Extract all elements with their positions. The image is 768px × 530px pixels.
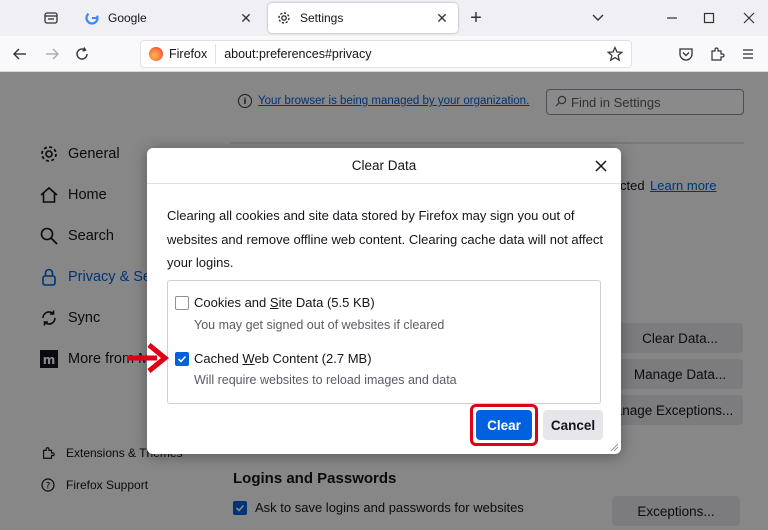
clear-button[interactable]: Clear [476,410,532,440]
tab-google[interactable]: Google ✕ [76,3,262,33]
extensions-button[interactable] [705,42,729,66]
checkbox-checked-icon[interactable] [175,351,189,366]
hamburger-menu-icon [743,49,753,59]
cookies-description: You may get signed out of websites if cl… [194,318,445,332]
close-window-button[interactable] [737,6,761,30]
arrow-left-icon [13,48,26,60]
tab-title: Settings [300,11,344,25]
pocket-button[interactable] [674,42,698,66]
url-bar[interactable]: Firefox about:preferences#privacy [140,40,632,68]
back-button[interactable] [8,42,32,66]
identity-label: Firefox [169,47,208,61]
clear-options-group: Cookies and Site Data (5.5 KB) You may g… [167,280,601,404]
red-arrow-annotation-icon [127,343,169,373]
new-tab-button[interactable]: + [465,7,487,29]
firefox-view-icon [44,12,58,24]
minimize-button[interactable] [660,6,684,30]
close-tab-icon[interactable]: ✕ [434,10,450,26]
checkbox-label: Cookies and Site Data (5.5 KB) [194,295,375,310]
forward-button[interactable] [40,42,64,66]
cookies-site-data-checkbox[interactable]: Cookies and Site Data (5.5 KB) [175,295,375,310]
maximize-icon [703,12,715,24]
close-icon [595,160,607,172]
clear-data-dialog: Clear Data Clearing all cookies and site… [147,148,621,454]
firefox-view-button[interactable] [38,6,64,30]
pocket-icon [679,48,693,61]
dialog-description: Clearing all cookies and site data store… [167,208,603,270]
chevron-down-icon [592,14,604,21]
url-text[interactable]: about:preferences#privacy [216,47,605,61]
minimize-icon [667,17,677,19]
cancel-button[interactable]: Cancel [543,410,603,440]
checkbox-unchecked-icon[interactable] [175,295,189,310]
resize-grip-icon[interactable] [609,442,619,452]
maximize-button[interactable] [697,6,721,30]
bookmark-star-button[interactable] [605,44,625,64]
puzzle-icon [711,47,725,61]
firefox-logo-icon [149,47,163,61]
navigation-toolbar: Firefox about:preferences#privacy [0,36,768,72]
reload-icon [76,47,88,60]
checkbox-label: Cached Web Content (2.7 MB) [194,351,372,366]
identity-box[interactable]: Firefox [141,44,217,64]
reload-button[interactable] [70,42,94,66]
star-icon [607,46,623,62]
close-tab-icon[interactable]: ✕ [238,10,254,26]
dialog-close-button[interactable] [591,156,611,176]
cached-web-content-checkbox[interactable]: Cached Web Content (2.7 MB) [175,351,372,366]
app-menu-button[interactable] [736,42,760,66]
tab-strip: Google ✕ Settings ✕ + [0,0,768,36]
tab-title: Google [108,11,147,25]
google-icon [84,10,100,26]
list-all-tabs-button[interactable] [588,8,608,28]
cache-description: Will require websites to reload images a… [194,373,457,387]
tab-settings[interactable]: Settings ✕ [268,3,458,33]
dialog-title: Clear Data [147,148,621,184]
arrow-right-icon [46,48,59,60]
gear-icon [276,10,292,26]
close-icon [743,12,755,24]
